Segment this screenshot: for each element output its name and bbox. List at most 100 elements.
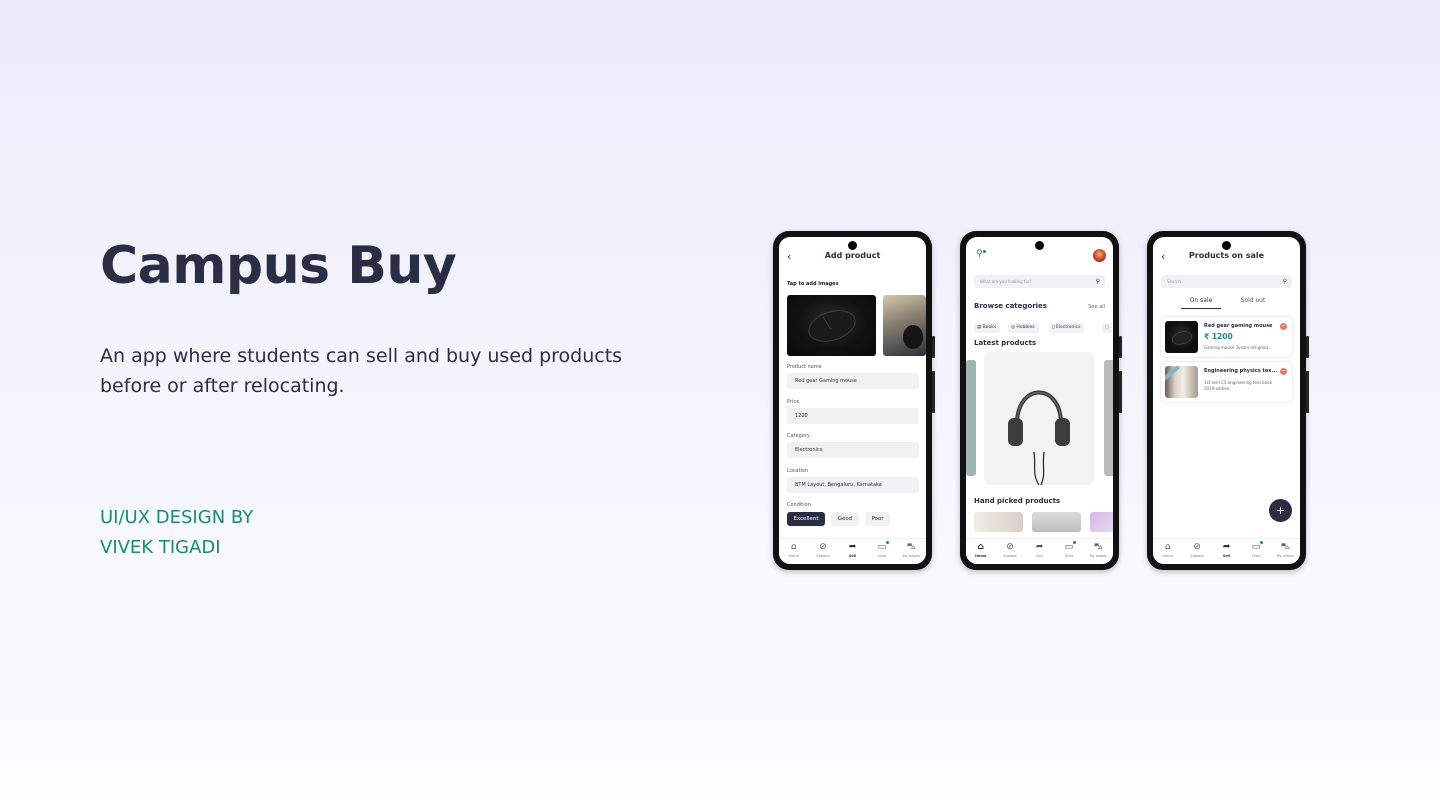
tab-orders[interactable]: ⛍ My orders — [1085, 539, 1111, 564]
product-card-prev[interactable] — [966, 360, 976, 476]
tab-explore[interactable]: ⊘ Explore — [997, 539, 1023, 564]
home-screen: ⚲ What are you looking for? ⚲ Browse cat… — [966, 237, 1113, 564]
product-name-label: Product name — [787, 364, 822, 370]
sold-ribbon — [1165, 366, 1180, 381]
header: ‹ Products on sale — [1153, 250, 1300, 264]
sale-item-card[interactable]: Engineering physics tex... 1st sem CS en… — [1161, 362, 1292, 402]
phone-volume-button — [1119, 371, 1122, 413]
search-input[interactable]: What are you looking for? ⚲ — [974, 275, 1105, 288]
credit-line-1: UI/UX DESIGN BY — [100, 507, 254, 528]
product-card-headphones[interactable] — [984, 352, 1094, 485]
chat-icon: ▭ — [877, 542, 887, 552]
mouse-illustration — [808, 310, 856, 342]
design-credit: UI/UX DESIGN BY VIVEK TIGADI — [100, 503, 253, 563]
item-name: Red gear gaming mouse — [1204, 323, 1273, 329]
desk-mouse-illustration — [903, 325, 923, 349]
category-books[interactable]: ▤ Books — [974, 323, 1001, 333]
tab-chat[interactable]: ▭ Chat — [1056, 539, 1082, 564]
category-label: Category — [787, 433, 810, 439]
add-product-fab[interactable]: + — [1269, 499, 1292, 522]
tab-orders[interactable]: ⛍ My orders — [1272, 539, 1298, 564]
add-product-screen: ‹ Add product Tap to add images Product … — [779, 237, 926, 564]
compass-icon: ⊘ — [819, 542, 827, 552]
share-arrow-icon: ➦ — [1035, 542, 1044, 552]
condition-good[interactable]: Good — [831, 512, 859, 526]
home-icon: ⌂ — [790, 542, 797, 552]
avatar[interactable] — [1093, 249, 1106, 262]
hand-picked-title: Hand picked products — [974, 497, 1061, 505]
screen-title: Products on sale — [1188, 251, 1265, 260]
cart-icon: ⛍ — [1280, 542, 1290, 552]
condition-label: Condition — [787, 502, 811, 508]
credit-line-2: VIVEK TIGADI — [100, 537, 221, 558]
tab-home[interactable]: ⌂ Home — [968, 539, 994, 564]
chat-unread-dot — [1072, 541, 1076, 544]
remove-icon[interactable]: − — [1280, 368, 1287, 375]
browse-categories-title: Browse categories — [974, 302, 1047, 310]
tab-sold-out[interactable]: Sold out — [1233, 297, 1273, 304]
headphones-illustration — [1008, 390, 1070, 485]
chat-unread-dot — [885, 541, 889, 544]
item-thumbnail — [1165, 321, 1198, 353]
search-placeholder: Search — [1167, 279, 1181, 284]
tab-sell[interactable]: ➦ Sell — [839, 539, 865, 564]
handpicked-card-1[interactable] — [974, 512, 1023, 532]
item-name: Engineering physics tex... — [1204, 368, 1278, 374]
tab-sell[interactable]: ➦ Sell — [1213, 539, 1239, 564]
tab-explore[interactable]: ⊘ Explore — [1184, 539, 1210, 564]
item-description-line-1: 1st sem CS engineering text book — [1204, 380, 1272, 385]
tab-home[interactable]: ⌂ Home — [781, 539, 807, 564]
handpicked-card-2[interactable] — [1032, 512, 1081, 532]
condition-excellent[interactable]: Excellent — [787, 512, 825, 526]
location-field[interactable]: BTM Layout, Bengaluru, Karnataka — [787, 477, 919, 493]
category-more[interactable]: ◌ — [1102, 323, 1112, 333]
screen-title: Add product — [824, 251, 881, 260]
phone-products-on-sale: ‹ Products on sale Search ⚲ On sale Sold… — [1147, 231, 1309, 570]
product-card-next[interactable] — [1104, 360, 1113, 476]
product-image-desk[interactable] — [883, 295, 926, 356]
see-all-link[interactable]: See all — [1088, 304, 1105, 310]
category-electronics[interactable]: ▯ Electronics — [1049, 323, 1085, 333]
tab-sell[interactable]: ➦ Sell — [1026, 539, 1052, 564]
latest-products-title: Latest products — [974, 339, 1037, 347]
category-field[interactable]: Electronics — [787, 442, 919, 458]
cart-icon: ⛍ — [1093, 542, 1103, 552]
compass-icon: ⊘ — [1006, 542, 1014, 552]
tab-orders[interactable]: ⛍ My orders — [898, 539, 924, 564]
item-price: ₹ 1200 — [1204, 332, 1233, 341]
phone-side-button — [932, 336, 935, 358]
item-thumbnail — [1165, 366, 1198, 398]
chat-icon: ▭ — [1251, 542, 1261, 552]
category-hobbies[interactable]: ◎ Hobbies — [1008, 323, 1039, 333]
location-label: Location — [787, 468, 809, 474]
search-icon: ⚲ — [1095, 278, 1100, 285]
camera-notch — [1222, 241, 1231, 250]
compass-icon: ⊘ — [1193, 542, 1201, 552]
mouse-thumb-illustration — [1171, 331, 1193, 345]
tab-chat[interactable]: ▭ Chat — [1243, 539, 1269, 564]
sale-item-card[interactable]: Red gear gaming mouse ₹ 1200 Gaming mous… — [1161, 317, 1292, 357]
product-image-mouse[interactable] — [787, 295, 876, 356]
tab-on-sale[interactable]: On sale — [1181, 297, 1221, 309]
phone-volume-button — [1306, 371, 1309, 413]
handpicked-card-3[interactable] — [1090, 512, 1113, 532]
tab-explore[interactable]: ⊘ Explore — [810, 539, 836, 564]
product-name-field[interactable]: Red gear Gaming mouse — [787, 373, 919, 389]
condition-poor[interactable]: Poor — [865, 512, 890, 526]
bottom-tab-bar: ⌂ Home ⊘ Explore ➦ Sell ▭ Chat ⛍ My orders — [1153, 538, 1300, 564]
location-pin-icon[interactable]: ⚲ — [976, 249, 983, 259]
tab-chat[interactable]: ▭ Chat — [869, 539, 895, 564]
search-input[interactable]: Search ⚲ — [1161, 275, 1292, 288]
search-icon: ⚲ — [1282, 278, 1287, 285]
tab-home[interactable]: ⌂ Home — [1155, 539, 1181, 564]
header: ‹ Add product — [779, 250, 926, 264]
camera-notch — [1035, 241, 1044, 250]
cart-icon: ⛍ — [906, 542, 916, 552]
phone-side-button — [1306, 336, 1309, 358]
price-label: Price — [787, 399, 800, 405]
bottom-tab-bar: ⌂ Home ⊘ Explore ➦ Sell ▭ Chat ⛍ My orders — [966, 538, 1113, 564]
price-field[interactable]: 1200 — [787, 408, 919, 424]
remove-icon[interactable]: − — [1280, 323, 1287, 330]
app-title: Campus Buy — [100, 236, 457, 296]
chat-icon: ▭ — [1064, 542, 1074, 552]
